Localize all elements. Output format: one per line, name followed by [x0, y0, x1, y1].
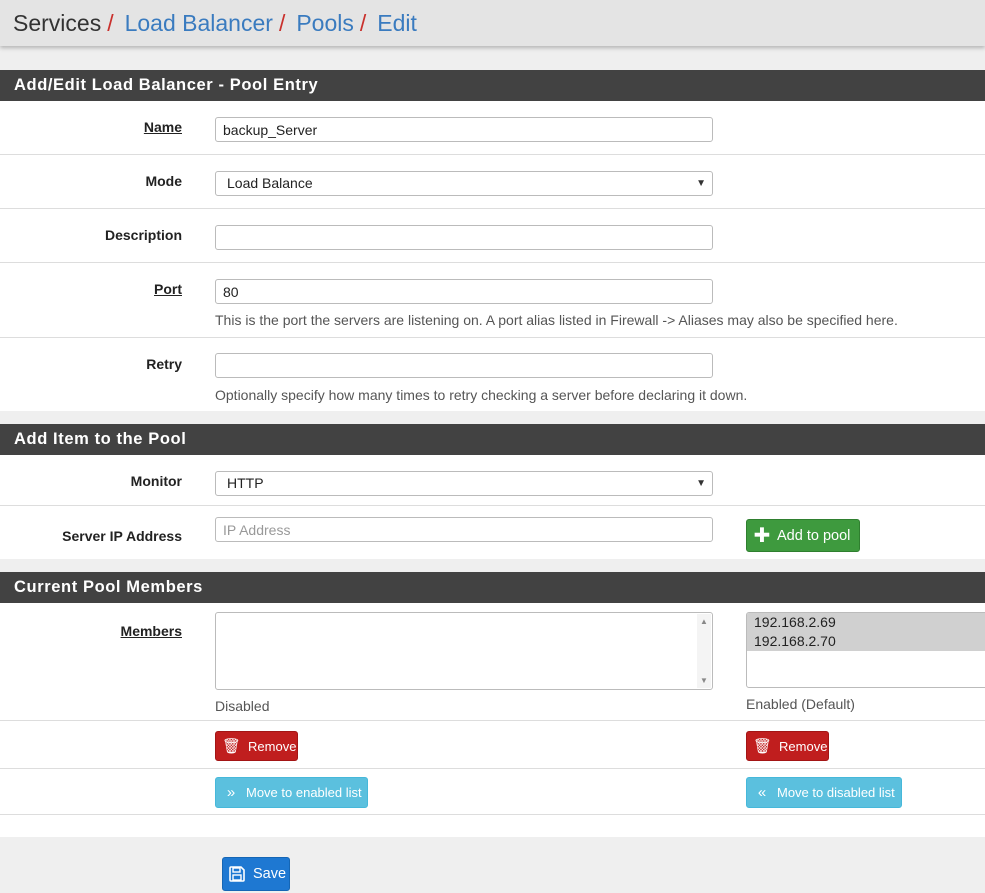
pool-entry-panel: Add/Edit Load Balancer - Pool Entry Name… — [0, 70, 985, 411]
members-panel-footer — [0, 815, 985, 837]
double-chevron-left-icon: « — [757, 784, 767, 801]
monitor-row: Monitor HTTP ▼ — [0, 455, 985, 506]
monitor-label: Monitor — [130, 473, 182, 489]
move-to-disabled-label: Move to disabled list — [777, 785, 895, 800]
description-label: Description — [104, 227, 182, 243]
scroll-down-icon[interactable]: ▼ — [700, 676, 708, 685]
members-row: Members ▲ ▼ Disabled 192.168.2.69 192.16… — [0, 603, 985, 721]
move-to-enabled-button[interactable]: » Move to enabled list — [215, 777, 368, 808]
name-label: Name — [143, 119, 182, 135]
monitor-select[interactable]: HTTP ▼ — [215, 471, 713, 496]
server-ip-label: Server IP Address — [62, 528, 182, 544]
breadcrumb-services[interactable]: Services — [13, 10, 101, 37]
monitor-select-value: HTTP — [227, 475, 264, 491]
server-ip-input[interactable] — [215, 517, 713, 542]
mode-row: Mode Load Balance ▼ — [0, 155, 985, 209]
add-to-pool-label: Add to pool — [777, 527, 851, 544]
members-label: Members — [120, 623, 182, 639]
save-button[interactable]: Save — [222, 857, 290, 891]
move-to-enabled-label: Move to enabled list — [246, 785, 362, 800]
save-label: Save — [253, 866, 287, 882]
breadcrumb-separator: / — [278, 9, 286, 36]
description-input[interactable] — [215, 225, 713, 250]
remove-label: Remove — [248, 738, 297, 754]
trash-icon: 🗑 — [753, 738, 773, 755]
name-row: Name — [0, 101, 985, 155]
double-chevron-right-icon: » — [226, 784, 236, 801]
floppy-disk-icon — [229, 866, 245, 882]
disabled-caption: Disabled — [215, 698, 270, 714]
breadcrumb-pools[interactable]: Pools — [296, 10, 354, 37]
breadcrumb-load-balancer[interactable]: Load Balancer — [125, 10, 273, 37]
remove-disabled-button[interactable]: 🗑 Remove — [215, 731, 298, 761]
add-to-pool-button[interactable]: ✚ Add to pool — [746, 519, 860, 552]
retry-row: Retry Optionally specify how many times … — [0, 338, 985, 411]
retry-input[interactable] — [215, 353, 713, 378]
list-item[interactable]: 192.168.2.69 — [747, 613, 985, 632]
breadcrumb: Services / Load Balancer / Pools / Edit — [0, 0, 985, 46]
mode-select[interactable]: Load Balance ▼ — [215, 171, 713, 196]
move-row: » Move to enabled list « Move to disable… — [0, 769, 985, 815]
retry-help-text: Optionally specify how many times to ret… — [215, 387, 748, 403]
mode-label: Mode — [145, 173, 182, 189]
breadcrumb-separator: / — [359, 9, 367, 36]
scrollbar[interactable]: ▲ ▼ — [697, 614, 711, 688]
add-item-heading: Add Item to the Pool — [0, 424, 985, 455]
remove-label: Remove — [779, 738, 828, 754]
mode-select-value: Load Balance — [227, 175, 313, 191]
pool-entry-heading: Add/Edit Load Balancer - Pool Entry — [0, 70, 985, 101]
description-row: Description — [0, 209, 985, 263]
scroll-up-icon[interactable]: ▲ — [700, 617, 708, 626]
plus-icon: ✚ — [753, 525, 771, 547]
add-item-panel: Add Item to the Pool Monitor HTTP ▼ Serv… — [0, 424, 985, 559]
breadcrumb-edit[interactable]: Edit — [377, 10, 417, 37]
chevron-down-icon: ▼ — [696, 178, 706, 189]
port-row: Port This is the port the servers are li… — [0, 263, 985, 338]
members-panel: Current Pool Members Members ▲ ▼ Disable… — [0, 572, 985, 837]
chevron-down-icon: ▼ — [696, 478, 706, 489]
remove-row: 🗑 Remove 🗑 Remove — [0, 721, 985, 769]
members-heading: Current Pool Members — [0, 572, 985, 603]
trash-icon: 🗑 — [222, 738, 242, 755]
move-to-disabled-button[interactable]: « Move to disabled list — [746, 777, 902, 808]
enabled-caption: Enabled (Default) — [746, 696, 855, 712]
list-item[interactable]: 192.168.2.70 — [747, 632, 985, 651]
disabled-members-list[interactable]: ▲ ▼ — [215, 612, 713, 690]
retry-label: Retry — [146, 356, 182, 372]
breadcrumb-separator: / — [107, 9, 114, 36]
remove-enabled-button[interactable]: 🗑 Remove — [746, 731, 829, 761]
port-input[interactable] — [215, 279, 713, 304]
name-input[interactable] — [215, 117, 713, 142]
port-label: Port — [154, 281, 182, 297]
port-help-text: This is the port the servers are listeni… — [215, 312, 898, 328]
server-ip-row: Server IP Address ✚ Add to pool — [0, 506, 985, 559]
enabled-members-list[interactable]: 192.168.2.69 192.168.2.70 — [746, 612, 985, 688]
